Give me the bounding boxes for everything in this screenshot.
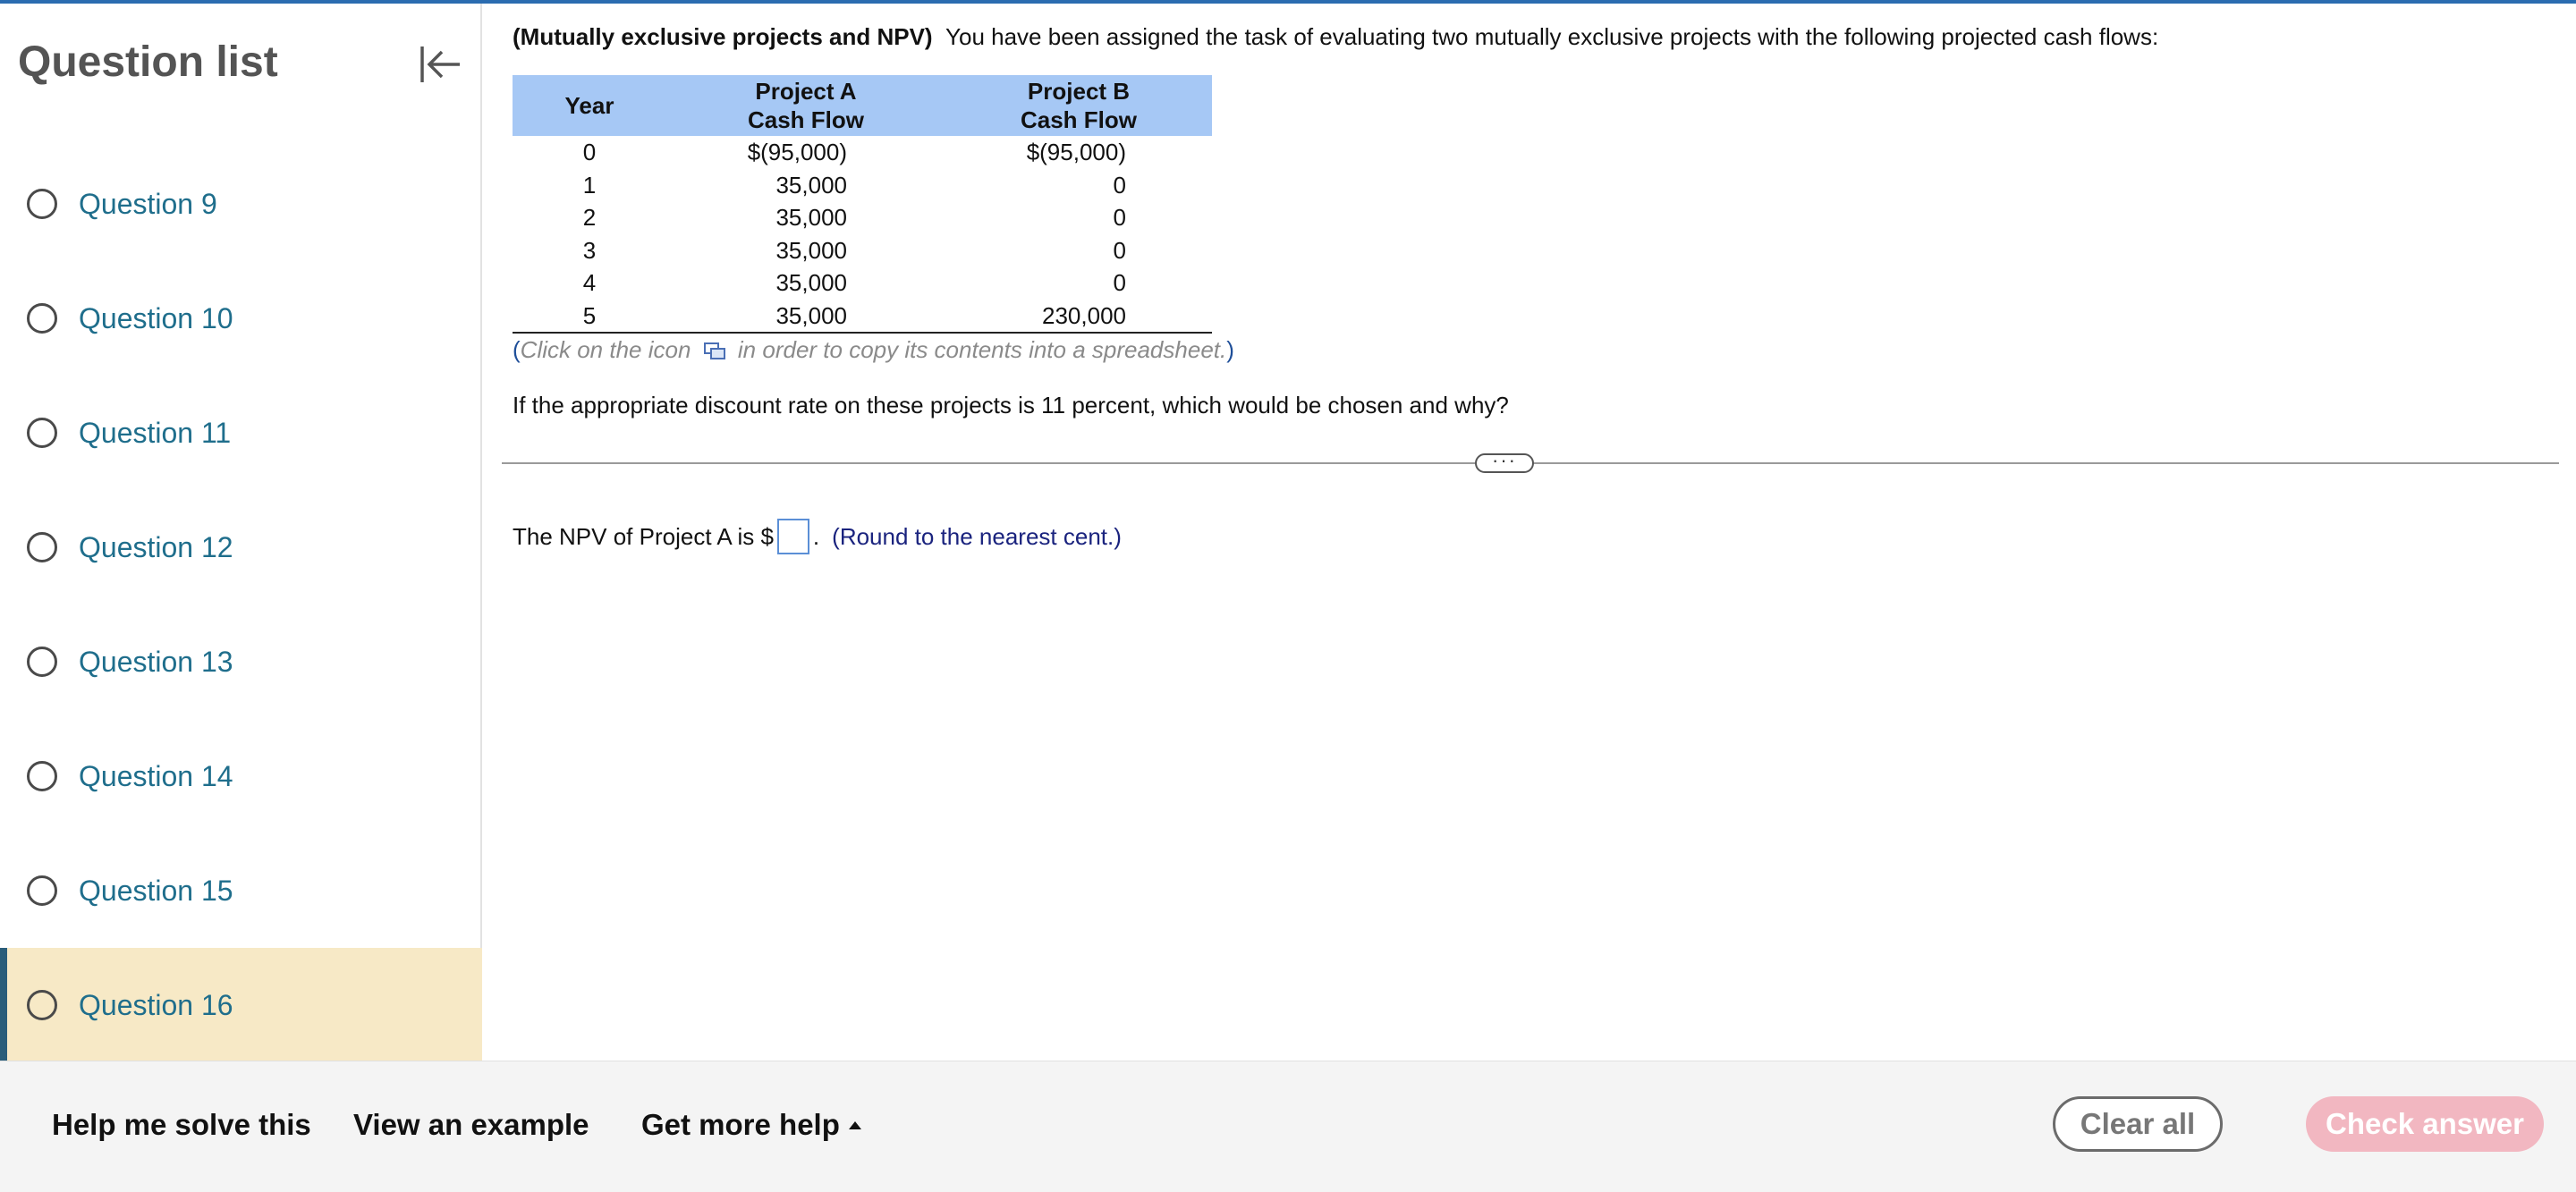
- question-label: Question 13: [79, 645, 233, 678]
- check-answer-button[interactable]: Check answer: [2306, 1096, 2544, 1152]
- table-header-row: Year Project A Cash Flow Project B Cash …: [513, 75, 1212, 136]
- answer-line: The NPV of Project A is $ . (Round to th…: [513, 519, 1122, 554]
- answer-prefix: The NPV of Project A is $: [513, 522, 774, 550]
- radio-circle-icon: [27, 990, 57, 1020]
- sidebar-item-question-15[interactable]: Question 15: [0, 833, 482, 948]
- npv-answer-input[interactable]: [776, 519, 809, 554]
- cell-project-b: 0: [1113, 236, 1126, 264]
- problem-title: (Mutually exclusive projects and NPV): [513, 23, 933, 50]
- sidebar-item-question-10[interactable]: Question 10: [0, 261, 482, 376]
- header-project-a-line1: Project A: [755, 78, 857, 105]
- question-label: Question 12: [79, 530, 233, 563]
- cash-flow-table: Year Project A Cash Flow Project B Cash …: [513, 75, 1212, 334]
- question-label: Question 14: [79, 759, 233, 792]
- cell-project-a: 35,000: [775, 204, 847, 231]
- copy-instruction: (Click on the icon in order to copy its …: [513, 336, 1234, 364]
- cell-project-a: 35,000: [775, 171, 847, 199]
- cell-project-b: 0: [1113, 269, 1126, 296]
- sidebar-item-question-14[interactable]: Question 14: [0, 719, 482, 833]
- cell-project-a: 35,000: [666, 299, 945, 334]
- problem-intro: (Mutually exclusive projects and NPV) Yo…: [513, 23, 2158, 51]
- answer-suffix: .: [812, 522, 820, 550]
- question-list-sidebar: Question list Question 9 Question 10 Que…: [0, 4, 482, 1062]
- question-label: Question 10: [79, 301, 233, 334]
- cell-year: 2: [582, 204, 597, 231]
- cell-project-b: $(95,000): [1026, 139, 1126, 165]
- clear-all-button[interactable]: Clear all: [2053, 1096, 2223, 1152]
- table-row: 3 35,000 0: [513, 234, 1212, 267]
- help-me-solve-button[interactable]: Help me solve this: [52, 1108, 311, 1142]
- cell-project-b: 0: [1113, 204, 1126, 231]
- copy-to-spreadsheet-icon[interactable]: [703, 342, 726, 361]
- radio-circle-icon: [27, 532, 57, 562]
- question-label: Question 9: [79, 187, 217, 220]
- sidebar-title: Question list: [18, 38, 278, 86]
- header-project-b: Project B Cash Flow: [945, 75, 1212, 136]
- cell-project-b: 0: [1113, 171, 1126, 199]
- copy-note-close-paren: ): [1226, 336, 1234, 363]
- cell-project-a: $(95,000): [747, 139, 847, 165]
- question-content: (Mutually exclusive projects and NPV) Yo…: [484, 4, 2576, 1061]
- radio-circle-icon: [27, 875, 57, 906]
- question-text: If the appropriate discount rate on thes…: [513, 392, 1509, 418]
- cell-year: 5: [513, 299, 666, 334]
- table-row: 1 35,000 0: [513, 169, 1212, 202]
- footer-bar: Help me solve this View an example Get m…: [0, 1061, 2576, 1192]
- copy-note-open-paren: (: [513, 336, 521, 363]
- copy-note-before: Click on the icon: [520, 336, 691, 363]
- cell-project-b: 230,000: [945, 299, 1212, 334]
- radio-circle-icon: [27, 418, 57, 448]
- sidebar-item-question-12[interactable]: Question 12: [0, 490, 482, 604]
- problem-intro-text: You have been assigned the task of evalu…: [945, 23, 2159, 50]
- table-row: 5 35,000 230,000: [513, 299, 1212, 334]
- radio-circle-icon: [27, 761, 57, 791]
- sidebar-item-question-16[interactable]: Question 16: [0, 948, 482, 1062]
- divider-handle[interactable]: ···: [1475, 451, 1534, 473]
- question-label: Question 16: [79, 988, 233, 1021]
- cell-project-a: 35,000: [775, 269, 847, 296]
- copy-note-after: in order to copy its contents into a spr…: [737, 336, 1227, 363]
- header-project-b-line2: Cash Flow: [1020, 106, 1137, 133]
- table-row: 4 35,000 0: [513, 266, 1212, 300]
- sidebar-item-question-9[interactable]: Question 9: [0, 147, 482, 261]
- rounding-note: (Round to the nearest cent.): [832, 522, 1122, 550]
- sidebar-item-question-11[interactable]: Question 11: [0, 376, 482, 490]
- header-project-b-line1: Project B: [1027, 78, 1131, 105]
- radio-circle-icon: [27, 303, 57, 334]
- get-more-help-label: Get more help: [641, 1108, 840, 1141]
- cell-year: 3: [582, 236, 597, 264]
- cell-project-a: 35,000: [775, 236, 847, 264]
- cell-year: 1: [582, 171, 597, 199]
- sidebar-item-question-13[interactable]: Question 13: [0, 604, 482, 719]
- table-row: 2 35,000 0: [513, 201, 1212, 234]
- cell-year: 4: [582, 269, 597, 296]
- collapse-left-icon[interactable]: [417, 43, 463, 86]
- header-project-a-line2: Cash Flow: [747, 106, 864, 133]
- cell-year: 0: [582, 139, 597, 165]
- header-year: Year: [564, 92, 614, 119]
- question-label: Question 11: [79, 416, 232, 449]
- question-label: Question 15: [79, 874, 233, 907]
- view-example-button[interactable]: View an example: [353, 1108, 589, 1142]
- caret-up-icon: [848, 1121, 861, 1129]
- radio-circle-icon: [27, 647, 57, 677]
- radio-circle-icon: [27, 189, 57, 219]
- get-more-help-button[interactable]: Get more help: [641, 1108, 861, 1142]
- header-project-a: Project A Cash Flow: [666, 75, 945, 136]
- table-row: 0 $(95,000) $(95,000): [513, 136, 1212, 169]
